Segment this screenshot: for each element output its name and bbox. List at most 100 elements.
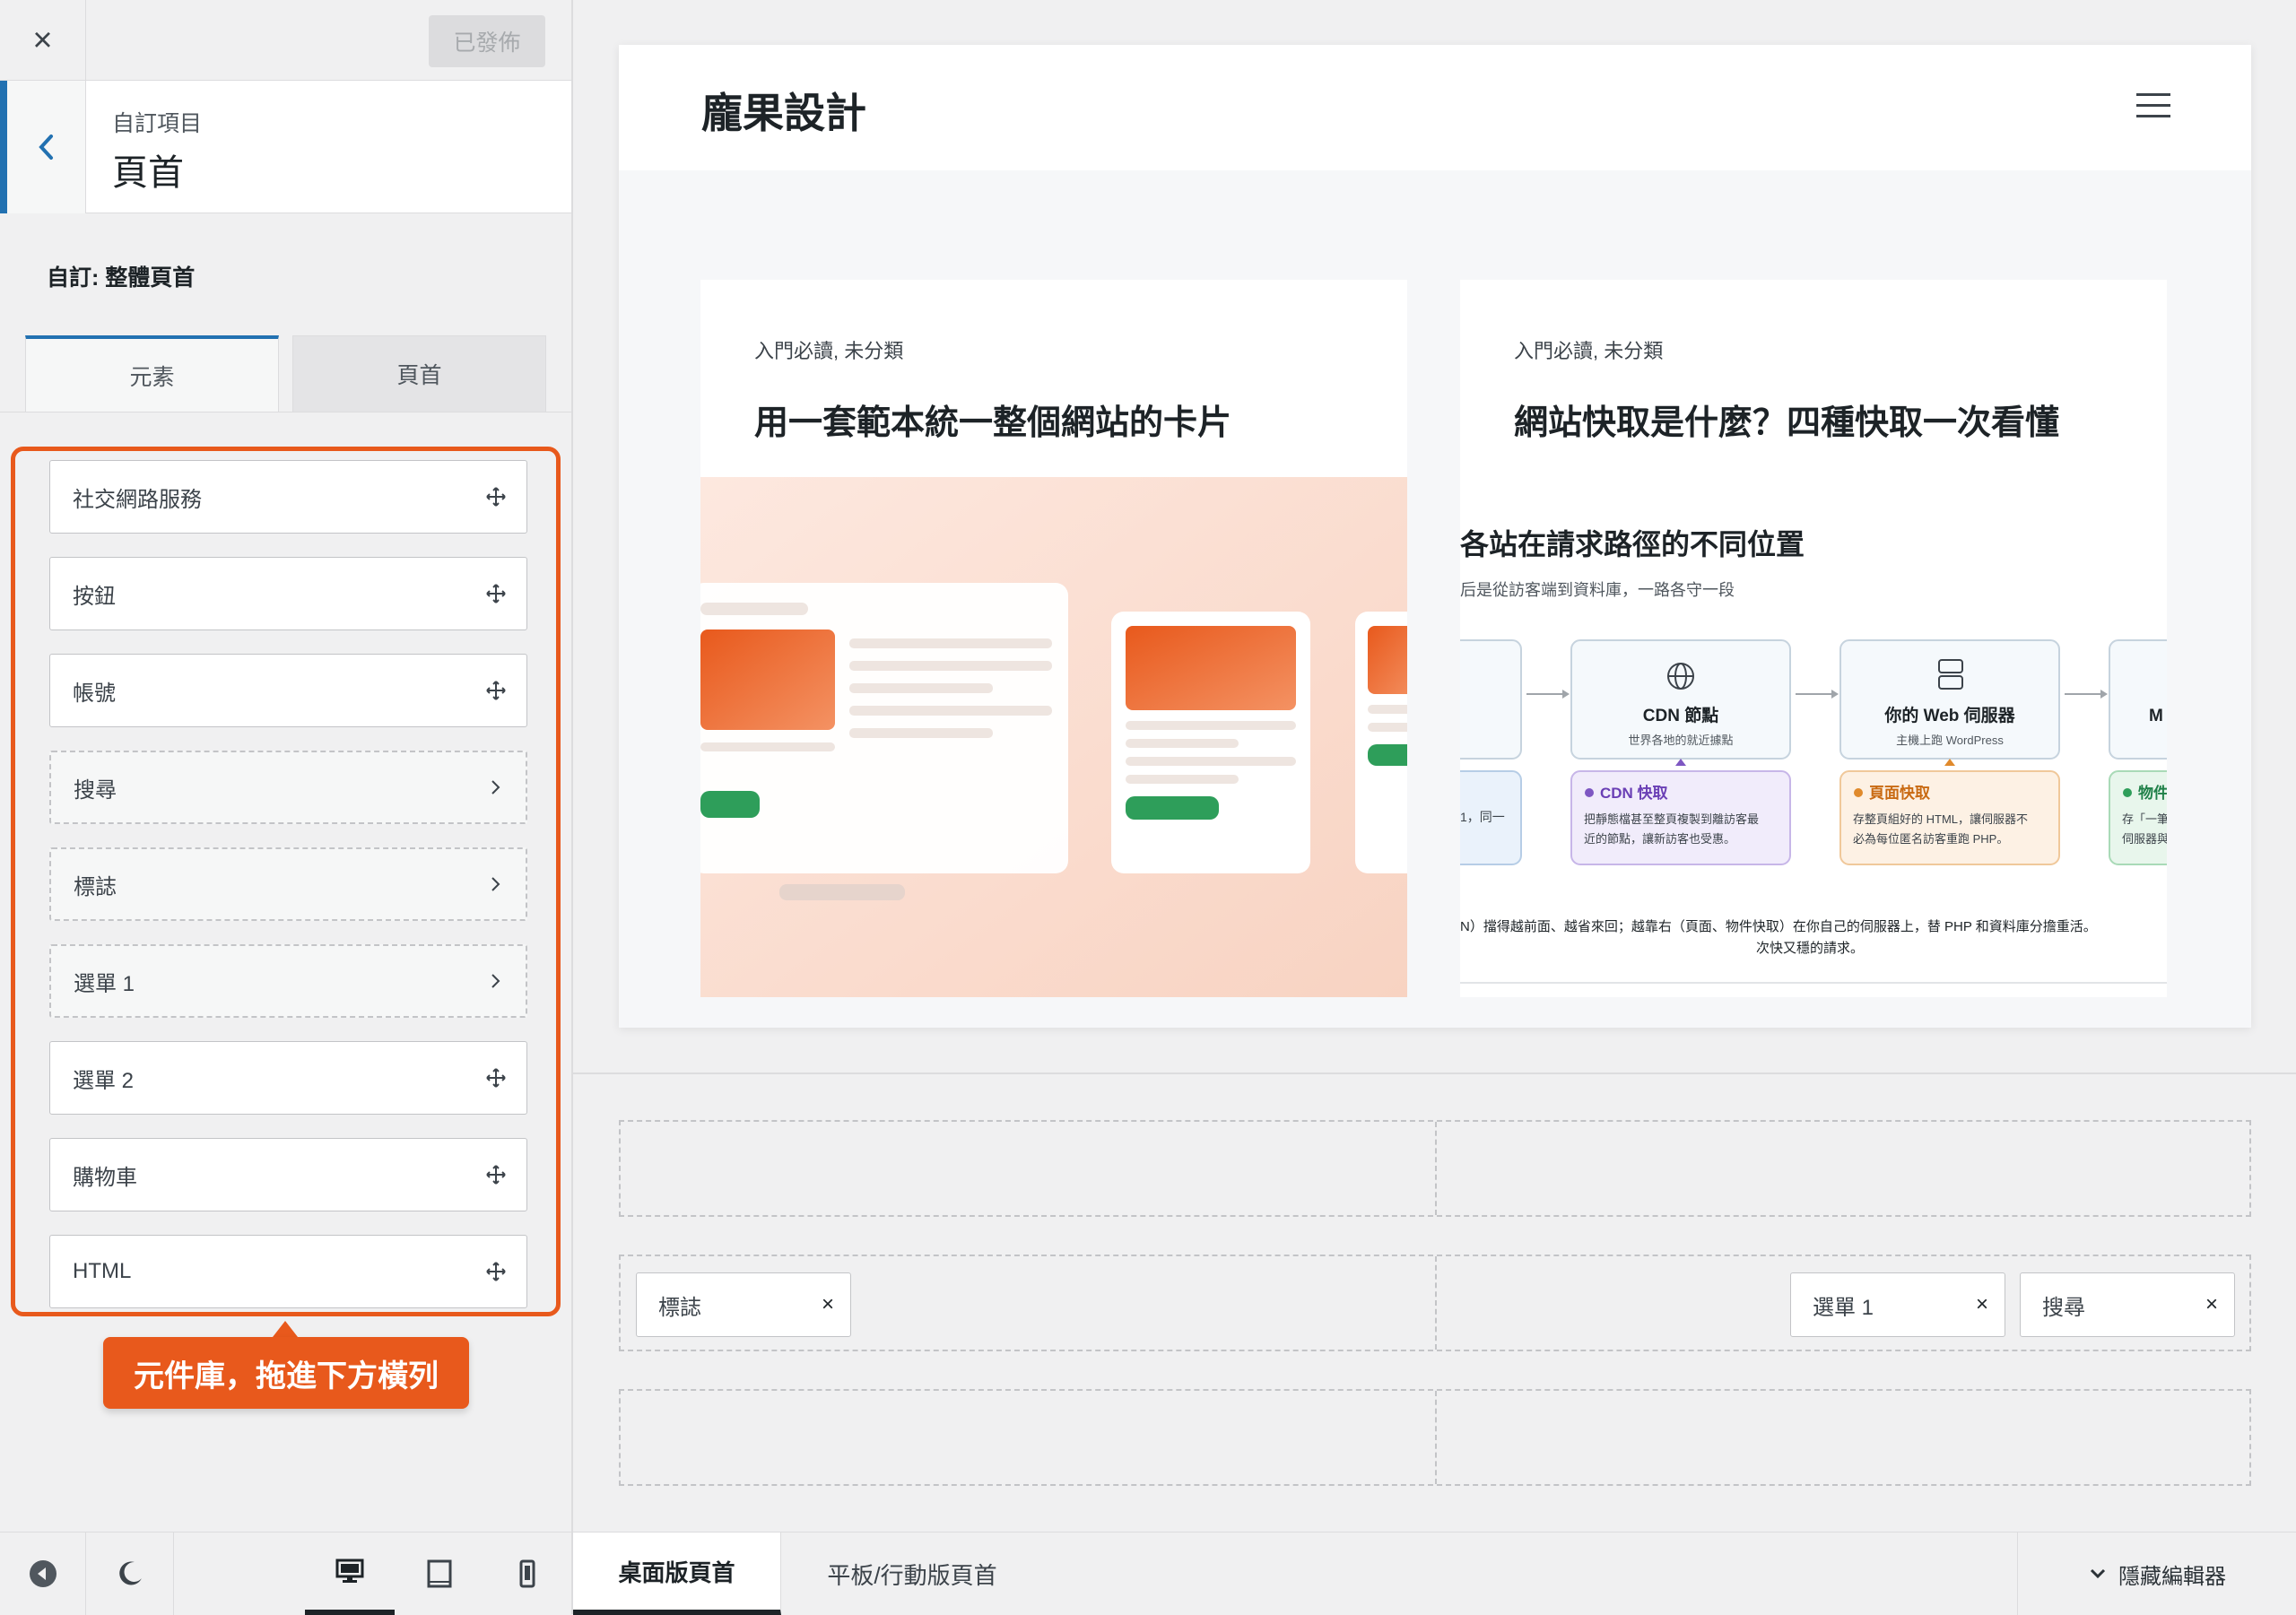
chevron-right-icon[interactable] xyxy=(484,873,506,895)
post-card[interactable]: 入門必讀, 未分類 網站快取是什麼？四種快取一次看懂 各站在請求路徑的不同位置 … xyxy=(1460,280,2167,997)
cdn-cache-label: CDN 快取 xyxy=(1600,784,1668,802)
mobile-icon xyxy=(519,1559,535,1588)
back-button[interactable] xyxy=(0,81,86,213)
row-divider xyxy=(1435,1391,1437,1484)
tab-tablet-mobile-header[interactable]: 平板/行動版頁首 xyxy=(781,1533,1043,1615)
element-label: HTML xyxy=(73,1259,132,1283)
element-html[interactable]: HTML xyxy=(49,1235,527,1308)
remove-icon[interactable]: × xyxy=(2205,1292,2218,1317)
site-header: 龐果設計 xyxy=(619,45,2251,170)
collapse-icon xyxy=(29,1560,57,1587)
move-icon[interactable] xyxy=(485,1261,507,1282)
hamburger-menu-icon[interactable] xyxy=(2136,91,2170,120)
node-cdn-sub: 世界各地的就近據點 xyxy=(1628,734,1733,747)
builder-row-main[interactable]: 標誌 × 選單 1 × 搜尋 × xyxy=(619,1255,2251,1351)
element-menu-2[interactable]: 選單 2 xyxy=(49,1041,527,1115)
element-label: 購物車 xyxy=(73,1165,137,1190)
collapse-sidebar-button[interactable] xyxy=(0,1533,86,1615)
chevron-right-icon[interactable] xyxy=(484,970,506,992)
node-cdn: CDN 節點 xyxy=(1643,705,1718,725)
element-label: 選單 2 xyxy=(73,1068,135,1093)
site-preview: 龐果設計 入門必讀, 未分類 用一套範本統一整個網站的卡片 入門必讀, 未分類 … xyxy=(619,45,2251,1028)
element-account[interactable]: 帳號 xyxy=(49,654,527,727)
preview-tablet-button[interactable] xyxy=(395,1533,484,1615)
element-menu-1[interactable]: 選單 1 xyxy=(49,944,527,1018)
element-social[interactable]: 社交網路服務 xyxy=(49,460,527,534)
post-category[interactable]: 入門必讀, 未分類 xyxy=(1514,335,1663,364)
close-icon[interactable]: × xyxy=(0,0,86,81)
left-fragment: 1，同一 xyxy=(1460,810,1505,824)
object-cache-text: 伺服器與 xyxy=(2122,832,2167,846)
post-card[interactable]: 入門必讀, 未分類 用一套範本統一整個網站的卡片 xyxy=(700,280,1407,997)
move-icon[interactable] xyxy=(485,583,507,604)
page-cache-label: 頁面快取 xyxy=(1869,784,1930,802)
node-web: 你的 Web 伺服器 xyxy=(1883,705,2015,725)
builder-item-label: 標誌 xyxy=(658,1295,701,1320)
hide-editor-label: 隱藏編輯器 xyxy=(2118,1564,2226,1589)
move-icon[interactable] xyxy=(485,1067,507,1089)
published-button[interactable]: 已發佈 xyxy=(429,15,545,67)
chevron-right-icon[interactable] xyxy=(484,777,506,798)
section-title: 頁首 xyxy=(112,153,184,193)
element-label: 帳號 xyxy=(73,681,116,706)
customizer-sidebar: × 已發佈 自訂項目 頁首 自訂: 整體頁首 元素 頁首 社交網路服務 按鈕 帳… xyxy=(0,0,573,1615)
post-title[interactable]: 用一套範本統一整個網站的卡片 xyxy=(754,395,1231,444)
customizer-topbar: × 已發佈 xyxy=(0,0,571,81)
diagram-footnote: 次快又穩的請求。 xyxy=(1756,941,1864,956)
move-icon[interactable] xyxy=(485,680,507,701)
tab-elements[interactable]: 元素 xyxy=(25,335,279,412)
object-cache-text: 存「一筆 xyxy=(2122,812,2167,826)
node-web-sub: 主機上跑 WordPress xyxy=(1896,734,2004,747)
diagram-footnote: N）擋得越前面、越省來回；越靠右（頁面、物件快取）在你自己的伺服器上，替 PHP… xyxy=(1460,919,2097,934)
remove-icon[interactable]: × xyxy=(1976,1292,1988,1317)
page-cache-text: 存整頁組好的 HTML，讓伺服器不 xyxy=(1853,812,2028,826)
element-button[interactable]: 按鈕 xyxy=(49,557,527,630)
sidebar-footer xyxy=(0,1532,571,1615)
element-cart[interactable]: 購物車 xyxy=(49,1138,527,1211)
annotation-callout: 元件庫，拖進下方橫列 xyxy=(103,1337,469,1409)
tab-desktop-header[interactable]: 桌面版頁首 xyxy=(573,1533,781,1615)
element-label: 標誌 xyxy=(74,874,117,899)
diagram-heading: 各站在請求路徑的不同位置 xyxy=(1460,528,1805,560)
customize-label: 自訂: 整體頁首 xyxy=(47,265,196,291)
builder-item-search[interactable]: 搜尋 × xyxy=(2020,1272,2235,1337)
move-icon[interactable] xyxy=(485,1164,507,1185)
row-divider xyxy=(1435,1122,1437,1215)
page-cache-text: 必為每位匿名訪客重跑 PHP。 xyxy=(1853,832,2008,846)
builder-row-top[interactable] xyxy=(619,1120,2251,1217)
site-title[interactable]: 龐果設計 xyxy=(701,81,866,140)
object-cache-label: 物件 xyxy=(2138,784,2167,802)
tablet-icon xyxy=(427,1559,452,1588)
remove-icon[interactable]: × xyxy=(822,1292,834,1317)
element-label: 按鈕 xyxy=(73,584,116,609)
builder-row-bottom[interactable] xyxy=(619,1389,2251,1486)
element-label: 社交網路服務 xyxy=(73,487,202,512)
element-logo[interactable]: 標誌 xyxy=(49,847,527,921)
moon-icon xyxy=(118,1561,142,1585)
post-title[interactable]: 網站快取是什麼？四種快取一次看懂 xyxy=(1514,395,2059,444)
desktop-icon xyxy=(335,1559,364,1583)
node-m: M xyxy=(2149,707,2163,725)
element-search[interactable]: 搜尋 xyxy=(49,751,527,824)
cdn-cache-text: 近的節點，讓新訪客也受惠。 xyxy=(1584,832,1735,846)
chevron-left-icon xyxy=(38,135,53,160)
dark-mode-button[interactable] xyxy=(86,1533,174,1615)
hide-editor-button[interactable]: 隱藏編輯器 xyxy=(2017,1533,2296,1615)
cdn-cache-text: 把靜態檔甚至整頁複製到離訪客最 xyxy=(1584,812,1759,826)
builder-item-menu-1[interactable]: 選單 1 × xyxy=(1790,1272,2005,1337)
diagram-subheading: 后是從訪客端到資料庫，一路各守一段 xyxy=(1460,581,1735,599)
tab-header[interactable]: 頁首 xyxy=(292,335,546,412)
element-library: 社交網路服務 按鈕 帳號 搜尋 標誌 選單 1 選單 2 購物車 HTML xyxy=(11,447,561,1316)
preview-desktop-button[interactable] xyxy=(305,1533,395,1615)
chevron-down-icon xyxy=(2090,1568,2106,1579)
builder-item-label: 選單 1 xyxy=(1813,1295,1874,1320)
builder-tabs: 桌面版頁首 平板/行動版頁首 隱藏編輯器 xyxy=(573,1532,2296,1615)
preview-mobile-button[interactable] xyxy=(484,1533,570,1615)
post-category[interactable]: 入門必讀, 未分類 xyxy=(754,335,903,364)
callout-arrow xyxy=(273,1321,298,1337)
builder-item-logo[interactable]: 標誌 × xyxy=(636,1272,851,1337)
builder-item-label: 搜尋 xyxy=(2042,1295,2085,1320)
post-thumbnail xyxy=(700,477,1407,997)
element-label: 搜尋 xyxy=(74,777,117,803)
move-icon[interactable] xyxy=(485,486,507,508)
